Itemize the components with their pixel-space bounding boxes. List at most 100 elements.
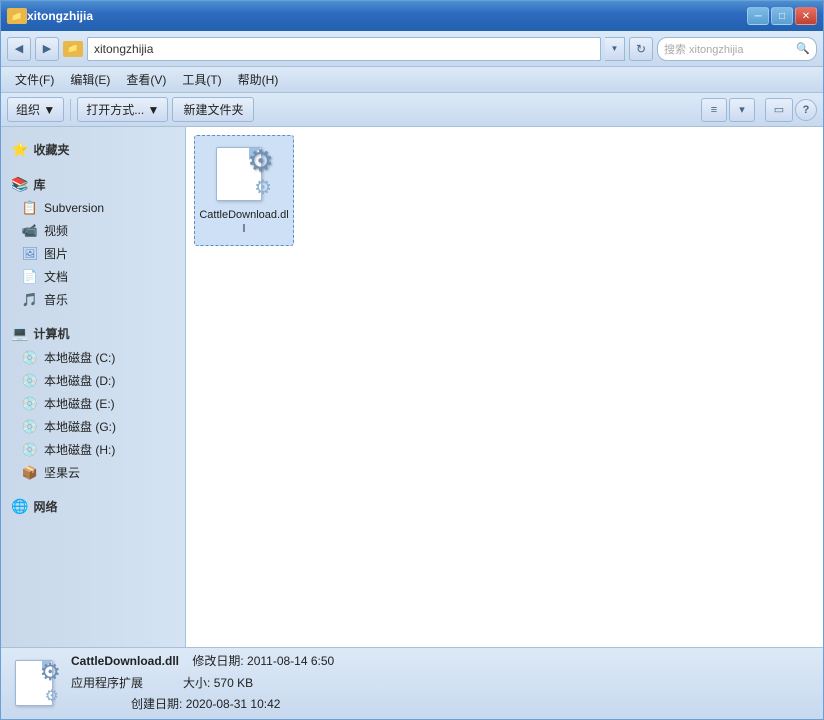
images-icon: 🖼 (21, 246, 39, 262)
drive-d-icon: 💿 (21, 373, 39, 389)
help-button[interactable]: ? (795, 99, 817, 121)
view-icon: ≡ (711, 104, 717, 116)
sidebar-item-drive-h[interactable]: 💿 本地磁盘 (H:) (1, 438, 185, 461)
video-label: 视频 (44, 222, 68, 239)
file-name: CattleDownload.dll (199, 208, 289, 237)
menu-tools[interactable]: 工具(T) (174, 69, 229, 90)
drive-e-label: 本地磁盘 (E:) (44, 395, 115, 412)
forward-button[interactable]: ▶ (35, 37, 59, 61)
drive-h-icon: 💿 (21, 442, 39, 458)
menu-edit[interactable]: 编辑(E) (62, 69, 118, 90)
drive-c-icon: 💿 (21, 350, 39, 366)
titlebar-icon: 📁 (7, 8, 27, 24)
statusbar-created-value: 2020-08-31 10:42 (186, 697, 281, 711)
view-toggle-button[interactable]: ≡ (701, 98, 727, 122)
computer-icon: 💻 (11, 325, 28, 342)
network-label: 网络 (33, 498, 57, 515)
statusbar-info: CattleDownload.dll 修改日期: 2011-08-14 6:50… (71, 651, 334, 716)
documents-icon: 📄 (21, 269, 39, 285)
open-with-label: 打开方式... ▼ (86, 101, 159, 118)
file-area[interactable]: ⚙ ⚙ CattleDownload.dll (186, 127, 823, 647)
drive-g-icon: 💿 (21, 419, 39, 435)
jianguoyun-label: 坚果云 (44, 464, 80, 481)
sidebar-item-drive-c[interactable]: 💿 本地磁盘 (C:) (1, 346, 185, 369)
search-placeholder: 搜索 xitongzhijia (664, 41, 743, 57)
statusbar-modified-label: 修改日期: (192, 654, 243, 668)
sidebar-favorites-header[interactable]: ⭐ 收藏夹 (1, 137, 185, 162)
titlebar-title: xitongzhijia (27, 9, 747, 23)
statusbar-filename: CattleDownload.dll (71, 654, 179, 668)
gear-small-icon: ⚙ (254, 175, 272, 200)
minimize-button[interactable]: ─ (747, 7, 769, 25)
view-options-button[interactable]: ▾ (729, 98, 755, 122)
sidebar-item-video[interactable]: 📹 视频 (1, 219, 185, 242)
content-area: ⭐ 收藏夹 📚 库 📋 Subversion 📹 视频 (1, 127, 823, 647)
sidebar-computer-header[interactable]: 💻 计算机 (1, 321, 185, 346)
maximize-button[interactable]: □ (771, 7, 793, 25)
refresh-button[interactable]: ↻ (629, 37, 653, 61)
music-label: 音乐 (44, 291, 68, 308)
sidebar-item-drive-d[interactable]: 💿 本地磁盘 (D:) (1, 369, 185, 392)
subversion-label: Subversion (44, 201, 104, 215)
sidebar-item-documents[interactable]: 📄 文档 (1, 265, 185, 288)
drive-c-label: 本地磁盘 (C:) (44, 349, 115, 366)
video-icon: 📹 (21, 223, 39, 239)
search-box[interactable]: 搜索 xitongzhijia 🔍 (657, 37, 817, 61)
documents-label: 文档 (44, 268, 68, 285)
organize-label: 组织 ▼ (16, 101, 55, 118)
jianguoyun-icon: 📦 (21, 465, 39, 481)
menu-file[interactable]: 文件(F) (7, 69, 62, 90)
drive-e-icon: 💿 (21, 396, 39, 412)
favorites-icon: ⭐ (11, 141, 28, 158)
statusbar-size-label: 大小: (183, 676, 210, 690)
file-item-cattle-download[interactable]: ⚙ ⚙ CattleDownload.dll (194, 135, 294, 246)
statusbar: ⚙ ⚙ CattleDownload.dll 修改日期: 2011-08-14 … (1, 647, 823, 719)
gear-big-icon: ⚙ (247, 144, 274, 179)
menu-view[interactable]: 查看(V) (118, 69, 174, 90)
network-icon: 🌐 (11, 498, 28, 515)
statusbar-gear-big-icon: ⚙ (39, 658, 61, 687)
sidebar-computer-section: 💻 计算机 💿 本地磁盘 (C:) 💿 本地磁盘 (D:) 💿 本地磁盘 (E:… (1, 321, 185, 484)
address-folder-icon: 📁 (63, 41, 83, 57)
computer-label: 计算机 (33, 325, 69, 342)
toolbar: 组织 ▼ 打开方式... ▼ 新建文件夹 ≡ ▾ ▭ ? (1, 93, 823, 127)
sidebar-network-header[interactable]: 🌐 网络 (1, 494, 185, 519)
help-icon: ? (803, 104, 810, 116)
search-icon: 🔍 (796, 42, 810, 55)
library-icon: 📚 (11, 176, 28, 193)
preview-pane-button[interactable]: ▭ (765, 98, 793, 122)
toolbar-separator (70, 99, 71, 121)
statusbar-gear-small-icon: ⚙ (45, 686, 59, 706)
sidebar-item-images[interactable]: 🖼 图片 (1, 242, 185, 265)
statusbar-size-value: 570 KB (214, 676, 253, 690)
sidebar-library-header[interactable]: 📚 库 (1, 172, 185, 197)
address-path: xitongzhijia (94, 42, 153, 56)
statusbar-modified-value: 2011-08-14 6:50 (247, 654, 334, 668)
sidebar-item-drive-e[interactable]: 💿 本地磁盘 (E:) (1, 392, 185, 415)
new-folder-button[interactable]: 新建文件夹 (172, 97, 254, 122)
addressbar: ◀ ▶ 📁 xitongzhijia ▼ ↻ 搜索 xitongzhijia 🔍 (1, 31, 823, 67)
titlebar: 📁 xitongzhijia ─ □ ✕ (1, 1, 823, 31)
sidebar-item-subversion[interactable]: 📋 Subversion (1, 197, 185, 219)
organize-button[interactable]: 组织 ▼ (7, 97, 64, 122)
sidebar-network-section: 🌐 网络 (1, 494, 185, 519)
sidebar-item-music[interactable]: 🎵 音乐 (1, 288, 185, 311)
statusbar-type: 应用程序扩展 (71, 676, 143, 690)
address-input[interactable]: xitongzhijia (87, 37, 601, 61)
sidebar: ⭐ 收藏夹 📚 库 📋 Subversion 📹 视频 (1, 127, 186, 647)
titlebar-buttons: ─ □ ✕ (747, 7, 817, 25)
sidebar-item-drive-g[interactable]: 💿 本地磁盘 (G:) (1, 415, 185, 438)
close-button[interactable]: ✕ (795, 7, 817, 25)
library-label: 库 (33, 176, 45, 193)
sidebar-item-jianguoyun[interactable]: 📦 坚果云 (1, 461, 185, 484)
open-with-button[interactable]: 打开方式... ▼ (77, 97, 168, 122)
menu-help[interactable]: 帮助(H) (230, 69, 287, 90)
window: 📁 xitongzhijia ─ □ ✕ ◀ ▶ 📁 xitongzhijia … (0, 0, 824, 720)
images-label: 图片 (44, 245, 68, 262)
address-dropdown[interactable]: ▼ (605, 37, 625, 61)
preview-icon: ▭ (774, 103, 784, 116)
sidebar-library-section: 📚 库 📋 Subversion 📹 视频 🖼 图片 📄 文档 (1, 172, 185, 311)
drive-h-label: 本地磁盘 (H:) (44, 441, 115, 458)
favorites-label: 收藏夹 (33, 141, 69, 158)
back-button[interactable]: ◀ (7, 37, 31, 61)
